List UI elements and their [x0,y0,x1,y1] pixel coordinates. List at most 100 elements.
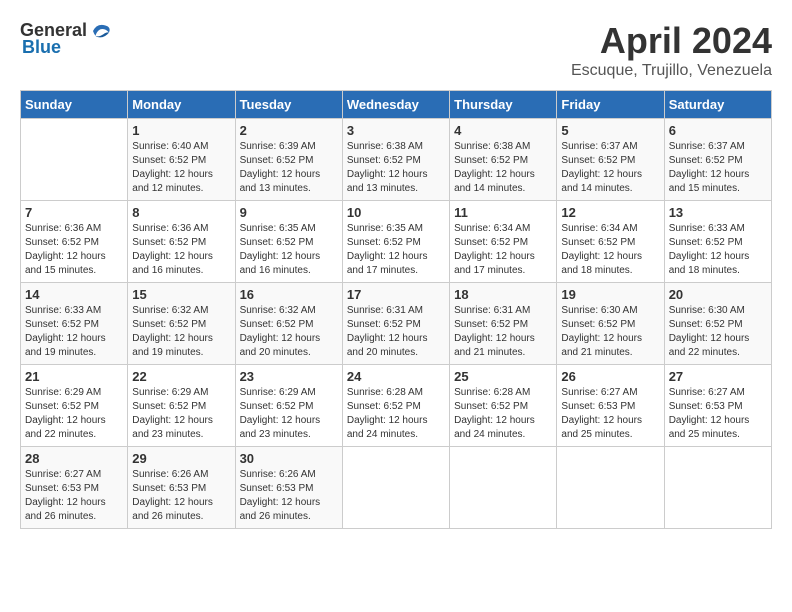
day-cell: 12Sunrise: 6:34 AM Sunset: 6:52 PM Dayli… [557,201,664,283]
day-number: 7 [25,205,123,220]
day-cell: 25 Sunrise: 6:28 AM Sunset: 6:52 PM Dayli… [450,365,557,447]
week-row-1: 1Sunrise: 6:40 AM Sunset: 6:52 PM Daylig… [21,119,772,201]
header-cell-saturday: Saturday [664,91,771,119]
day-detail: Sunrise: 6:29 AM Sunset: 6:52 PM Dayligh… [132,386,230,442]
day-detail: Sunrise: 6:26 AM Sunset: 6:53 PM Dayligh… [132,468,230,524]
header-cell-friday: Friday [557,91,664,119]
day-cell: 16 Sunrise: 6:32 AM Sunset: 6:52 PM Dayli… [235,283,342,365]
logo-blue: Blue [22,37,61,58]
day-cell: 23 Sunrise: 6:29 AM Sunset: 6:52 PM Dayli… [235,365,342,447]
day-number: 19 [561,287,659,302]
day-detail: Sunrise: 6:32 AM Sunset: 6:52 PM Dayligh… [132,304,230,360]
day-detail: Sunrise: 6:27 AM Sunset: 6:53 PM Dayligh… [561,386,659,442]
day-detail: Sunrise: 6:31 AM Sunset: 6:52 PM Dayligh… [347,304,445,360]
day-detail: Sunrise: 6:31 AM Sunset: 6:52 PM Dayligh… [454,304,552,360]
header-cell-thursday: Thursday [450,91,557,119]
day-cell: 1Sunrise: 6:40 AM Sunset: 6:52 PM Daylig… [128,119,235,201]
day-detail: Sunrise: 6:28 AM Sunset: 6:52 PM Dayligh… [347,386,445,442]
day-detail: Sunrise: 6:35 AM Sunset: 6:52 PM Dayligh… [240,222,338,278]
day-detail: Sunrise: 6:36 AM Sunset: 6:52 PM Dayligh… [132,222,230,278]
day-cell: 6Sunrise: 6:37 AM Sunset: 6:52 PM Daylig… [664,119,771,201]
day-cell: 28 Sunrise: 6:27 AM Sunset: 6:53 PM Dayli… [21,447,128,529]
day-number: 26 [561,369,659,384]
day-number: 14 [25,287,123,302]
location-title: Escuque, Trujillo, Venezuela [571,62,772,80]
day-number: 25 [454,369,552,384]
day-number: 3 [347,123,445,138]
day-cell: 11 Sunrise: 6:34 AM Sunset: 6:52 PM Dayli… [450,201,557,283]
day-cell: 27 Sunrise: 6:27 AM Sunset: 6:53 PM Dayli… [664,365,771,447]
day-cell [342,447,449,529]
day-cell [664,447,771,529]
day-cell: 7 Sunrise: 6:36 AM Sunset: 6:52 PM Daylig… [21,201,128,283]
header-row: SundayMondayTuesdayWednesdayThursdayFrid… [21,91,772,119]
day-detail: Sunrise: 6:33 AM Sunset: 6:52 PM Dayligh… [669,222,767,278]
header: General Blue April 2024 Escuque, Trujill… [20,20,772,80]
day-number: 18 [454,287,552,302]
day-cell: 4 Sunrise: 6:38 AM Sunset: 6:52 PM Daylig… [450,119,557,201]
day-cell: 8 Sunrise: 6:36 AM Sunset: 6:52 PM Daylig… [128,201,235,283]
day-number: 27 [669,369,767,384]
day-cell: 3 Sunrise: 6:38 AM Sunset: 6:52 PM Daylig… [342,119,449,201]
day-number: 28 [25,451,123,466]
day-number: 17 [347,287,445,302]
day-number: 15 [132,287,230,302]
day-detail: Sunrise: 6:38 AM Sunset: 6:52 PM Dayligh… [454,140,552,196]
day-number: 8 [132,205,230,220]
day-cell: 9 Sunrise: 6:35 AM Sunset: 6:52 PM Daylig… [235,201,342,283]
day-detail: Sunrise: 6:27 AM Sunset: 6:53 PM Dayligh… [669,386,767,442]
logo-bird-icon [89,21,113,41]
day-number: 30 [240,451,338,466]
day-number: 12 [561,205,659,220]
day-detail: Sunrise: 6:38 AM Sunset: 6:52 PM Dayligh… [347,140,445,196]
day-detail: Sunrise: 6:34 AM Sunset: 6:52 PM Dayligh… [454,222,552,278]
day-cell: 22 Sunrise: 6:29 AM Sunset: 6:52 PM Dayli… [128,365,235,447]
day-detail: Sunrise: 6:37 AM Sunset: 6:52 PM Dayligh… [669,140,767,196]
week-row-3: 14Sunrise: 6:33 AM Sunset: 6:52 PM Dayli… [21,283,772,365]
day-number: 9 [240,205,338,220]
day-number: 10 [347,205,445,220]
day-number: 2 [240,123,338,138]
day-cell: 30 Sunrise: 6:26 AM Sunset: 6:53 PM Dayli… [235,447,342,529]
header-cell-tuesday: Tuesday [235,91,342,119]
day-cell: 14Sunrise: 6:33 AM Sunset: 6:52 PM Dayli… [21,283,128,365]
day-cell [450,447,557,529]
day-detail: Sunrise: 6:27 AM Sunset: 6:53 PM Dayligh… [25,468,123,524]
week-row-5: 28 Sunrise: 6:27 AM Sunset: 6:53 PM Dayli… [21,447,772,529]
day-detail: Sunrise: 6:28 AM Sunset: 6:52 PM Dayligh… [454,386,552,442]
month-title: April 2024 [571,20,772,62]
day-detail: Sunrise: 6:32 AM Sunset: 6:52 PM Dayligh… [240,304,338,360]
day-number: 22 [132,369,230,384]
day-detail: Sunrise: 6:37 AM Sunset: 6:52 PM Dayligh… [561,140,659,196]
day-detail: Sunrise: 6:29 AM Sunset: 6:52 PM Dayligh… [25,386,123,442]
day-cell: 19 Sunrise: 6:30 AM Sunset: 6:52 PM Dayli… [557,283,664,365]
day-cell: 13 Sunrise: 6:33 AM Sunset: 6:52 PM Dayli… [664,201,771,283]
day-detail: Sunrise: 6:26 AM Sunset: 6:53 PM Dayligh… [240,468,338,524]
day-cell: 26 Sunrise: 6:27 AM Sunset: 6:53 PM Dayli… [557,365,664,447]
day-cell: 5Sunrise: 6:37 AM Sunset: 6:52 PM Daylig… [557,119,664,201]
week-row-4: 21 Sunrise: 6:29 AM Sunset: 6:52 PM Dayli… [21,365,772,447]
day-cell: 10Sunrise: 6:35 AM Sunset: 6:52 PM Dayli… [342,201,449,283]
day-number: 4 [454,123,552,138]
day-cell [557,447,664,529]
day-number: 21 [25,369,123,384]
day-cell: 2Sunrise: 6:39 AM Sunset: 6:52 PM Daylig… [235,119,342,201]
day-number: 1 [132,123,230,138]
title-area: April 2024 Escuque, Trujillo, Venezuela [571,20,772,80]
day-number: 16 [240,287,338,302]
header-cell-monday: Monday [128,91,235,119]
day-cell: 20Sunrise: 6:30 AM Sunset: 6:52 PM Dayli… [664,283,771,365]
day-number: 29 [132,451,230,466]
day-detail: Sunrise: 6:29 AM Sunset: 6:52 PM Dayligh… [240,386,338,442]
day-detail: Sunrise: 6:30 AM Sunset: 6:52 PM Dayligh… [561,304,659,360]
header-cell-sunday: Sunday [21,91,128,119]
day-number: 11 [454,205,552,220]
week-row-2: 7 Sunrise: 6:36 AM Sunset: 6:52 PM Daylig… [21,201,772,283]
day-number: 23 [240,369,338,384]
day-cell: 15 Sunrise: 6:32 AM Sunset: 6:52 PM Dayli… [128,283,235,365]
day-detail: Sunrise: 6:36 AM Sunset: 6:52 PM Dayligh… [25,222,123,278]
day-cell [21,119,128,201]
logo: General Blue [20,20,113,58]
day-number: 13 [669,205,767,220]
day-number: 20 [669,287,767,302]
